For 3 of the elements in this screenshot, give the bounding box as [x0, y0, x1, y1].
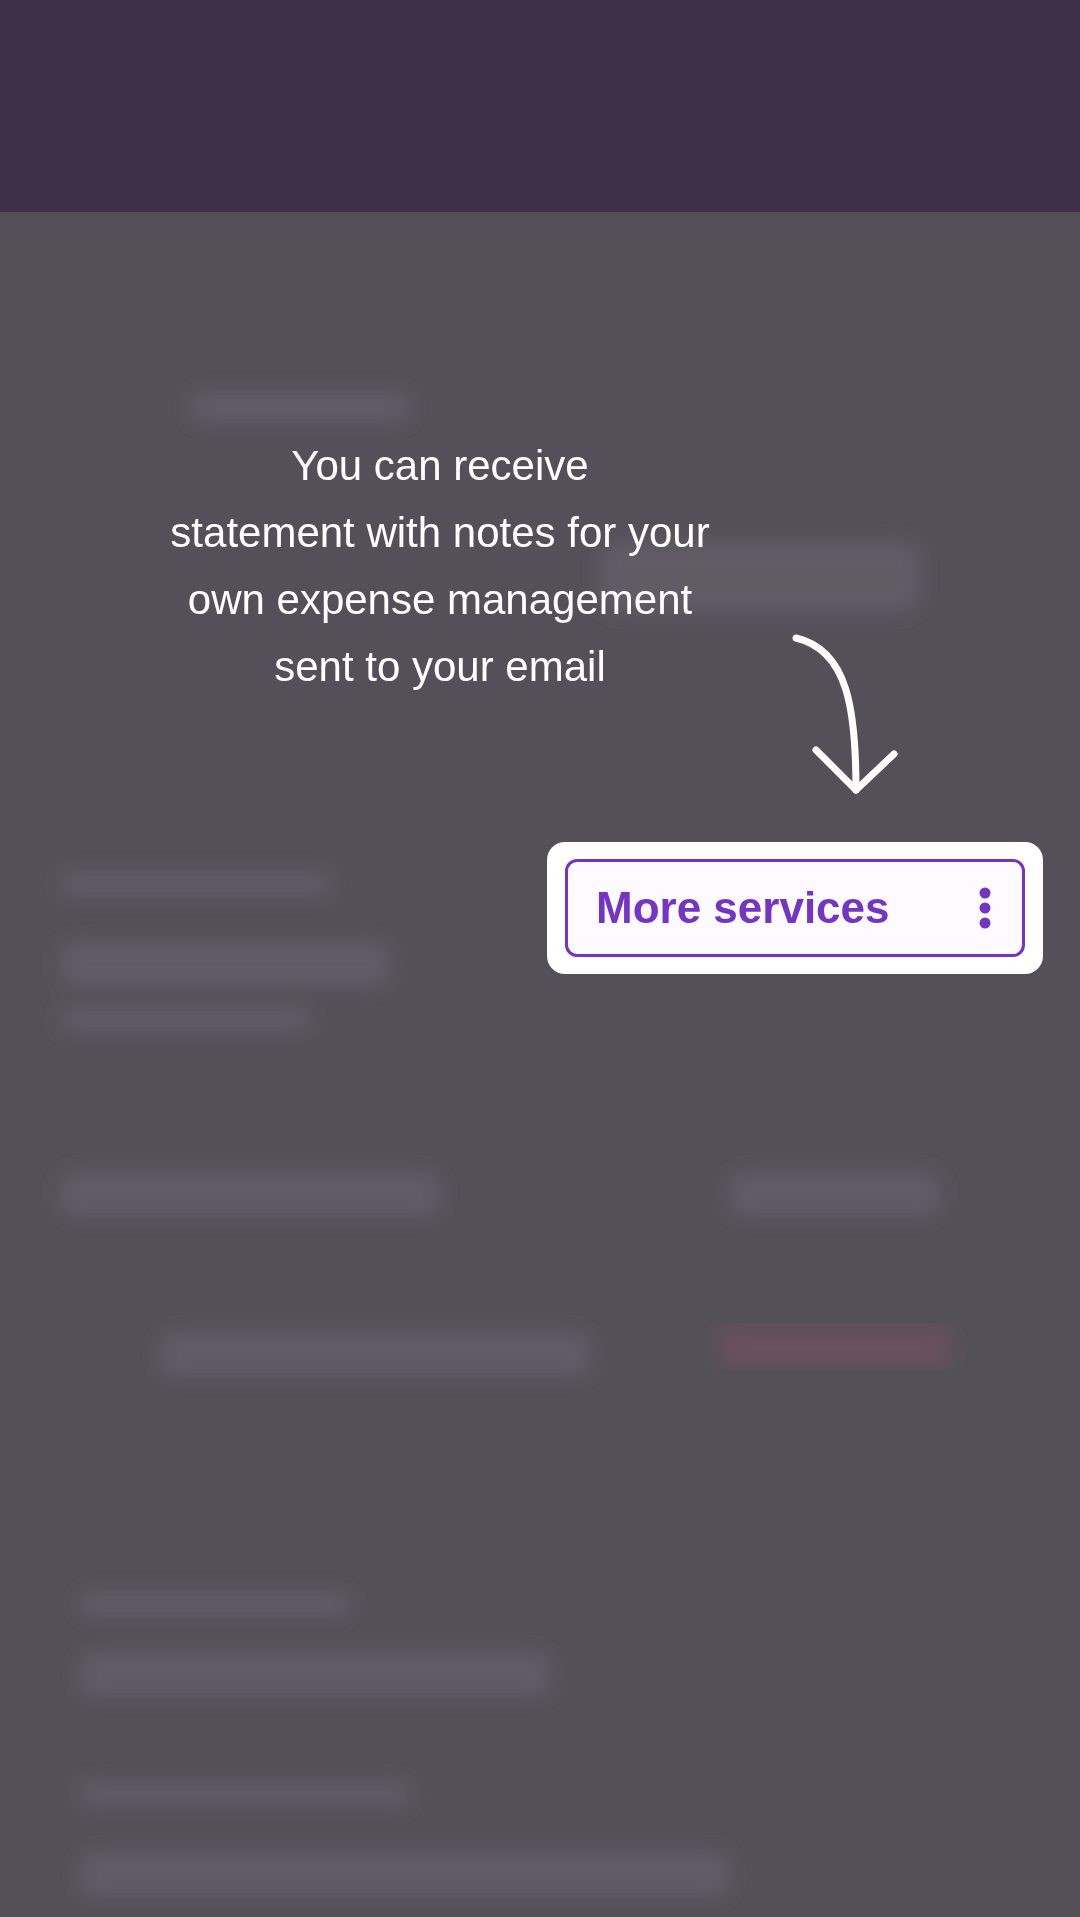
more-vertical-icon: [978, 887, 992, 929]
more-services-button[interactable]: More services: [565, 859, 1025, 957]
tip-text: You can receive statement with notes for your own expense management sent to your email: [170, 441, 710, 692]
